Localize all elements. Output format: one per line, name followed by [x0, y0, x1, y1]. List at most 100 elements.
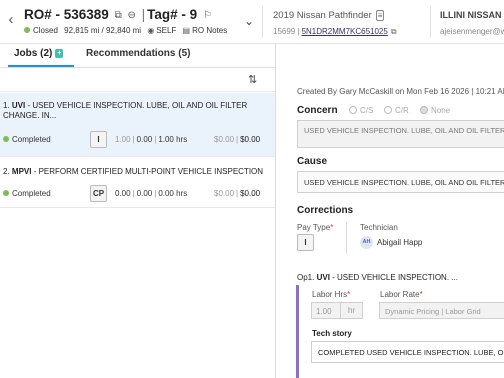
- ro-status: Closed: [33, 26, 58, 35]
- jobs-toolbar: ⇅: [0, 68, 275, 92]
- tag-number: Tag# - 9: [147, 7, 198, 22]
- technician-label: Technician: [360, 223, 398, 232]
- created-by: Created By Gary McCaskill on Mon Feb 16 …: [297, 87, 504, 96]
- required-asterisk: *: [347, 290, 351, 299]
- radio-icon: [384, 106, 392, 114]
- job-status-text: Completed: [12, 189, 51, 198]
- corrections-label: Corrections: [297, 205, 354, 216]
- radio-selected-icon: [420, 106, 428, 114]
- copy-vin-icon[interactable]: ⧉: [391, 27, 397, 36]
- concern-field[interactable]: USED VEHICLE INSPECTION. LUBE, OIL AND O…: [297, 120, 504, 148]
- info-icon[interactable]: ⊖: [127, 10, 135, 21]
- op-description: - USED VEHICLE INSPECTION. ...: [329, 273, 458, 282]
- radio-icon: [349, 106, 357, 114]
- labor-hrs-label-text: Labor Hrs: [312, 290, 348, 299]
- job-row[interactable]: 1. UVI - USED VEHICLE INSPECTION. LUBE, …: [0, 93, 275, 157]
- completed-dot-icon: [3, 190, 9, 196]
- pay-type-badge: CP: [90, 185, 107, 202]
- sort-icon[interactable]: ⇅: [248, 73, 257, 86]
- job-amounts: $0.00 | $0.00: [214, 189, 260, 198]
- job-value-2: 0.00: [136, 189, 153, 198]
- tab-recommendations[interactable]: Recommendations (5): [86, 48, 190, 59]
- vehicle-detail-icon[interactable]: ≡: [375, 10, 385, 21]
- labor-rate-select[interactable]: Dynamic Pricing | Labor Grid: [379, 302, 504, 319]
- job-title: 2. MPVI - PERFORM CERTIFIED MULTI-POINT …: [3, 167, 267, 177]
- pay-type-label-text: Pay Type: [297, 223, 331, 232]
- vehicle-ids: 15699 | 5N1DR2MM7KC651025 ⧉: [273, 27, 397, 36]
- add-job-badge[interactable]: +: [55, 49, 64, 58]
- chevron-down-icon[interactable]: ⌄: [244, 14, 254, 28]
- technician-name[interactable]: Abigail Happ: [377, 238, 422, 247]
- job-title: 1. UVI - USED VEHICLE INSPECTION. LUBE, …: [3, 101, 267, 120]
- labor-hrs-label: Labor Hrs*: [312, 290, 350, 299]
- status-dot-icon: [24, 27, 30, 33]
- customer-type-icon: ◉: [147, 26, 155, 35]
- copy-icon[interactable]: ⧉: [115, 10, 122, 21]
- ro-notes-link[interactable]: RO Notes: [192, 26, 227, 35]
- op-code: UVI: [316, 273, 330, 282]
- labor-hrs-input[interactable]: 1.00: [311, 302, 341, 319]
- pipe: |: [154, 135, 157, 144]
- pipe: |: [132, 135, 135, 144]
- operation-header[interactable]: Op1. UVI - USED VEHICLE INSPECTION. ...: [297, 273, 458, 282]
- pay-type-label: Pay Type*: [297, 223, 333, 232]
- cause-field[interactable]: USED VEHICLE INSPECTION. LUBE, OIL AND O…: [297, 171, 504, 193]
- back-arrow-icon[interactable]: ‹: [4, 11, 18, 29]
- job-code: MPVI: [11, 167, 32, 176]
- job-amount-1: $0.00: [214, 135, 235, 144]
- job-row[interactable]: 2. MPVI - PERFORM CERTIFIED MULTI-POINT …: [0, 158, 275, 208]
- job-status: Completed: [3, 189, 51, 198]
- concern-option-cr[interactable]: C/R: [384, 106, 409, 115]
- pay-type-badge: I: [90, 131, 107, 148]
- vin-link[interactable]: 5N1DR2MM7KC651025: [302, 27, 388, 36]
- pipe: |: [154, 189, 157, 198]
- flag-icon[interactable]: ⚐: [203, 10, 212, 21]
- job-value-1: 1.00: [115, 135, 131, 144]
- concern-option-label: C/R: [395, 106, 409, 115]
- job-number: 1.: [3, 101, 10, 110]
- job-hours: 1.00 | 0.00 | 1.00 hrs: [115, 135, 187, 144]
- notes-icon[interactable]: ▤: [183, 26, 191, 35]
- job-value-1: 0.00: [115, 189, 131, 198]
- mileage: 92,815 mi / 92,840 mi: [64, 26, 142, 35]
- panel-divider: [275, 44, 276, 378]
- job-hours: 0.00 | 0.00 | 0.00 hrs: [115, 189, 187, 198]
- concern-label: Concern: [297, 105, 338, 116]
- ro-number: RO# - 536389: [24, 7, 109, 22]
- ro-title: RO# - 536389 ⧉ ⊖ | Tag# - 9 ⚐: [24, 7, 212, 22]
- required-asterisk: *: [330, 223, 334, 232]
- vehicle-name: 2019 Nissan Pathfinder: [273, 10, 372, 21]
- pay-type-select[interactable]: I: [297, 234, 314, 251]
- tab-jobs[interactable]: Jobs (2) +: [14, 48, 64, 59]
- job-amount-2: $0.00: [240, 189, 261, 198]
- required-asterisk: *: [419, 290, 423, 299]
- customer-email[interactable]: ajeisenmenger@w: [440, 27, 504, 36]
- tech-story-field[interactable]: COMPLETED USED VEHICLE INSPECTION. LUBE,…: [311, 341, 504, 363]
- title-separator: |: [141, 7, 146, 22]
- concern-option-none[interactable]: None: [420, 106, 450, 115]
- header-divider-2: [430, 6, 431, 38]
- job-number: 2.: [3, 167, 10, 176]
- op-prefix: Op1.: [297, 273, 315, 282]
- job-description: - USED VEHICLE INSPECTION. LUBE, OIL AND…: [3, 101, 248, 120]
- stock-number: 15699: [273, 27, 296, 36]
- concern-option-label: C/S: [360, 106, 374, 115]
- labor-rate-label-text: Labor Rate: [380, 290, 420, 299]
- dealer-name: ILLINI NISSAN: [440, 10, 502, 20]
- job-amounts: $0.00 | $0.00: [214, 135, 260, 144]
- concern-option-cs[interactable]: C/S: [349, 106, 373, 115]
- concern-option-label: None: [431, 106, 451, 115]
- job-status-text: Completed: [12, 135, 51, 144]
- header-divider: [262, 6, 263, 38]
- tab-bar: Jobs (2) + Recommendations (5): [0, 44, 280, 68]
- job-value-2: 0.00: [136, 135, 153, 144]
- job-description: - PERFORM CERTIFIED MULTI-POINT VEHICLE …: [31, 167, 264, 176]
- ro-header: ‹ RO# - 536389 ⧉ ⊖ | Tag# - 9 ⚐ Closed 92…: [0, 0, 504, 44]
- job-hours-value: 1.00 hrs: [158, 135, 188, 144]
- ro-subinfo: Closed 92,815 mi / 92,840 mi ◉ SELF ▤ RO N…: [24, 26, 227, 35]
- completed-dot-icon: [3, 136, 9, 142]
- labor-hrs-unit: hr: [341, 302, 363, 319]
- job-amount-2: $0.00: [240, 135, 261, 144]
- labor-rate-label: Labor Rate*: [380, 290, 423, 299]
- job-code: UVI: [11, 101, 26, 110]
